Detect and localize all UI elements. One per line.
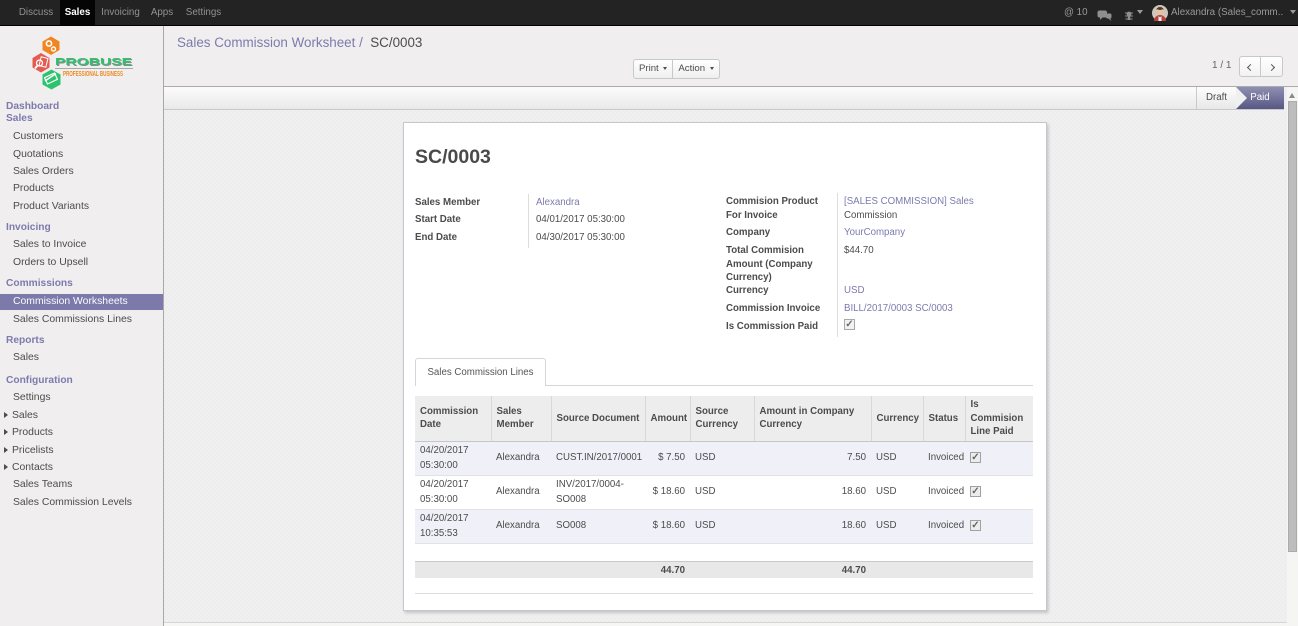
svg-text:PROFESSIONAL BUSINESS: PROFESSIONAL BUSINESS xyxy=(63,71,123,78)
svg-text:PROBUSE: PROBUSE xyxy=(55,56,132,68)
